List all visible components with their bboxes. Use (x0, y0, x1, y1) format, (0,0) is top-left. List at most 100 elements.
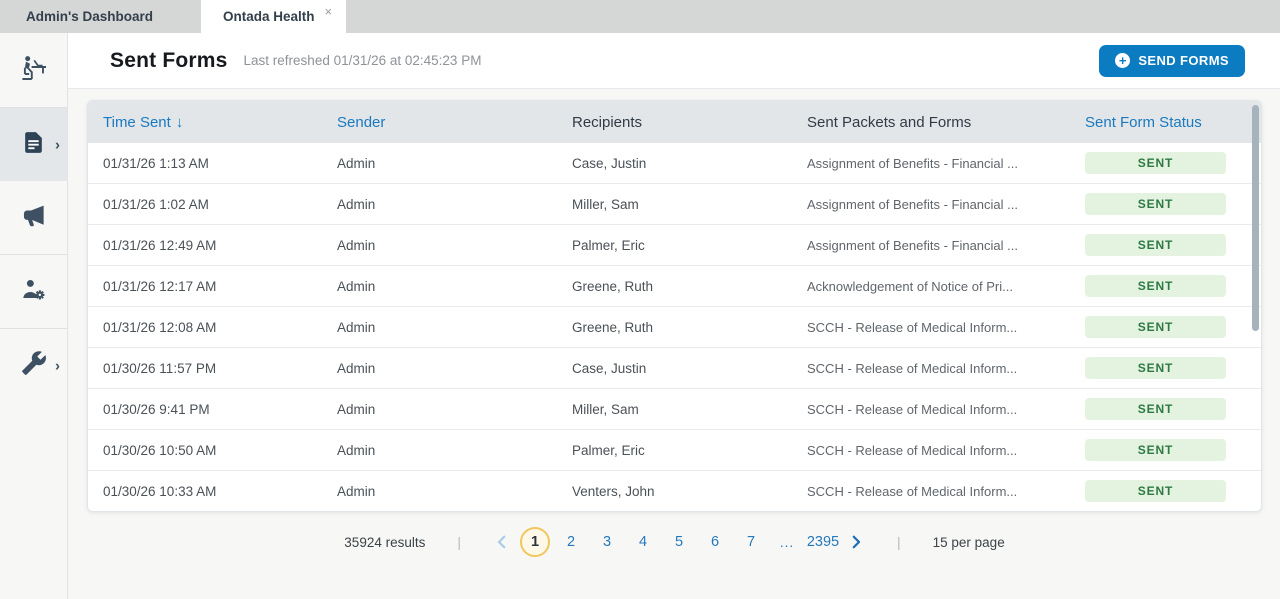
column-header-sent-packets: Sent Packets and Forms (807, 114, 1085, 131)
page-button-last[interactable]: 2395 (805, 534, 841, 550)
content-body: Time Sent↓ Sender Recipients Sent Packet… (68, 89, 1280, 599)
status-badge: SENT (1085, 234, 1226, 256)
page-button-6[interactable]: 6 (697, 534, 733, 550)
page-button-5[interactable]: 5 (661, 534, 697, 550)
status-badge: SENT (1085, 357, 1226, 379)
sidebar-item-tools[interactable]: › (0, 329, 67, 402)
cell-forms: Assignment of Benefits - Financial ... (807, 197, 1085, 212)
cell-time-sent: 01/31/26 12:08 AM (103, 320, 337, 335)
cell-forms: SCCH - Release of Medical Inform... (807, 484, 1085, 499)
cell-sender: Admin (337, 156, 572, 171)
status-badge: SENT (1085, 398, 1226, 420)
results-count: 35924 results (344, 535, 425, 550)
cell-sender: Admin (337, 402, 572, 417)
prev-page-button[interactable] (493, 533, 511, 551)
column-header-sender[interactable]: Sender (337, 114, 572, 131)
tab-label: Ontada Health (223, 9, 315, 24)
page-header: Sent Forms Last refreshed 01/31/26 at 02… (68, 33, 1280, 89)
close-icon[interactable]: × (325, 4, 333, 19)
cell-time-sent: 01/31/26 1:02 AM (103, 197, 337, 212)
next-page-button[interactable] (847, 533, 865, 551)
form-document-icon (21, 130, 46, 160)
column-header-status[interactable]: Sent Form Status (1085, 114, 1261, 131)
status-badge: SENT (1085, 275, 1226, 297)
cell-recipient: Palmer, Eric (572, 238, 807, 253)
tab-admins-dashboard[interactable]: Admin's Dashboard (0, 0, 177, 33)
megaphone-icon (20, 202, 47, 234)
send-forms-button-label: SEND FORMS (1138, 53, 1229, 68)
tab-label: Admin's Dashboard (26, 9, 153, 24)
cell-time-sent: 01/30/26 9:41 PM (103, 402, 337, 417)
cell-forms: Assignment of Benefits - Financial ... (807, 238, 1085, 253)
chevron-right-icon: › (55, 136, 60, 153)
cell-sender: Admin (337, 197, 572, 212)
sidebar: › (0, 33, 68, 599)
sidebar-item-front-desk[interactable] (0, 33, 67, 107)
table-row[interactable]: 01/31/26 1:13 AM Admin Case, Justin Assi… (88, 143, 1261, 184)
cell-recipient: Greene, Ruth (572, 279, 807, 294)
table-row[interactable]: 01/31/26 12:08 AM Admin Greene, Ruth SCC… (88, 307, 1261, 348)
table-header-row: Time Sent↓ Sender Recipients Sent Packet… (88, 101, 1261, 143)
cell-forms: SCCH - Release of Medical Inform... (807, 320, 1085, 335)
table-row[interactable]: 01/31/26 12:49 AM Admin Palmer, Eric Ass… (88, 225, 1261, 266)
cell-sender: Admin (337, 484, 572, 499)
cell-recipient: Case, Justin (572, 156, 807, 171)
table-row[interactable]: 01/31/26 1:02 AM Admin Miller, Sam Assig… (88, 184, 1261, 225)
cell-recipient: Greene, Ruth (572, 320, 807, 335)
status-badge: SENT (1085, 152, 1226, 174)
cell-forms: SCCH - Release of Medical Inform... (807, 443, 1085, 458)
cell-time-sent: 01/31/26 1:13 AM (103, 156, 337, 171)
table-row[interactable]: 01/30/26 9:41 PM Admin Miller, Sam SCCH … (88, 389, 1261, 430)
cell-recipient: Miller, Sam (572, 402, 807, 417)
sort-desc-icon: ↓ (176, 114, 184, 131)
page-button-4[interactable]: 4 (625, 534, 661, 550)
table-row[interactable]: 01/30/26 11:57 PM Admin Case, Justin SCC… (88, 348, 1261, 389)
cell-recipient: Miller, Sam (572, 197, 807, 212)
person-at-desk-icon (19, 54, 48, 86)
cell-time-sent: 01/31/26 12:17 AM (103, 279, 337, 294)
page-button-7[interactable]: 7 (733, 534, 769, 550)
cell-forms: SCCH - Release of Medical Inform... (807, 402, 1085, 417)
page-button-2[interactable]: 2 (553, 534, 589, 550)
plus-circle-icon: + (1115, 53, 1130, 68)
cell-forms: Acknowledgement of Notice of Pri... (807, 279, 1085, 294)
page-title: Sent Forms (110, 49, 228, 73)
cell-time-sent: 01/30/26 10:33 AM (103, 484, 337, 499)
table-row[interactable]: 01/30/26 10:33 AM Admin Venters, John SC… (88, 471, 1261, 512)
status-badge: SENT (1085, 193, 1226, 215)
column-header-recipients: Recipients (572, 114, 807, 131)
table-row[interactable]: 01/30/26 10:50 AM Admin Palmer, Eric SCC… (88, 430, 1261, 471)
pagination-divider: | (897, 534, 901, 550)
status-badge: SENT (1085, 316, 1226, 338)
cell-recipient: Venters, John (572, 484, 807, 499)
cell-sender: Admin (337, 238, 572, 253)
pagination: 35924 results | 1 2 3 4 5 6 7 ... 2395 |… (87, 527, 1262, 557)
cell-sender: Admin (337, 279, 572, 294)
cell-sender: Admin (337, 320, 572, 335)
sidebar-item-announcements[interactable] (0, 181, 67, 254)
table-row[interactable]: 01/31/26 12:17 AM Admin Greene, Ruth Ack… (88, 266, 1261, 307)
cell-recipient: Palmer, Eric (572, 443, 807, 458)
vertical-scrollbar-thumb[interactable] (1252, 105, 1259, 331)
cell-forms: SCCH - Release of Medical Inform... (807, 361, 1085, 376)
page-button-3[interactable]: 3 (589, 534, 625, 550)
tab-ontada-health[interactable]: Ontada Health × (201, 0, 346, 33)
chevron-right-icon: › (55, 357, 60, 374)
page-button-1[interactable]: 1 (520, 527, 550, 557)
user-settings-icon (20, 276, 47, 308)
cell-forms: Assignment of Benefits - Financial ... (807, 156, 1085, 171)
sidebar-item-forms[interactable]: › (0, 108, 67, 181)
per-page-label: 15 per page (933, 535, 1005, 550)
status-badge: SENT (1085, 480, 1226, 502)
pagination-ellipsis: ... (769, 535, 805, 550)
cell-sender: Admin (337, 443, 572, 458)
sent-forms-table: Time Sent↓ Sender Recipients Sent Packet… (87, 100, 1262, 512)
cell-time-sent: 01/31/26 12:49 AM (103, 238, 337, 253)
sidebar-item-user-settings[interactable] (0, 255, 67, 328)
column-header-time-sent[interactable]: Time Sent↓ (103, 114, 337, 131)
last-refreshed-text: Last refreshed 01/31/26 at 02:45:23 PM (244, 53, 482, 68)
send-forms-button[interactable]: + SEND FORMS (1099, 45, 1245, 77)
status-badge: SENT (1085, 439, 1226, 461)
cell-sender: Admin (337, 361, 572, 376)
cell-time-sent: 01/30/26 11:57 PM (103, 361, 337, 376)
